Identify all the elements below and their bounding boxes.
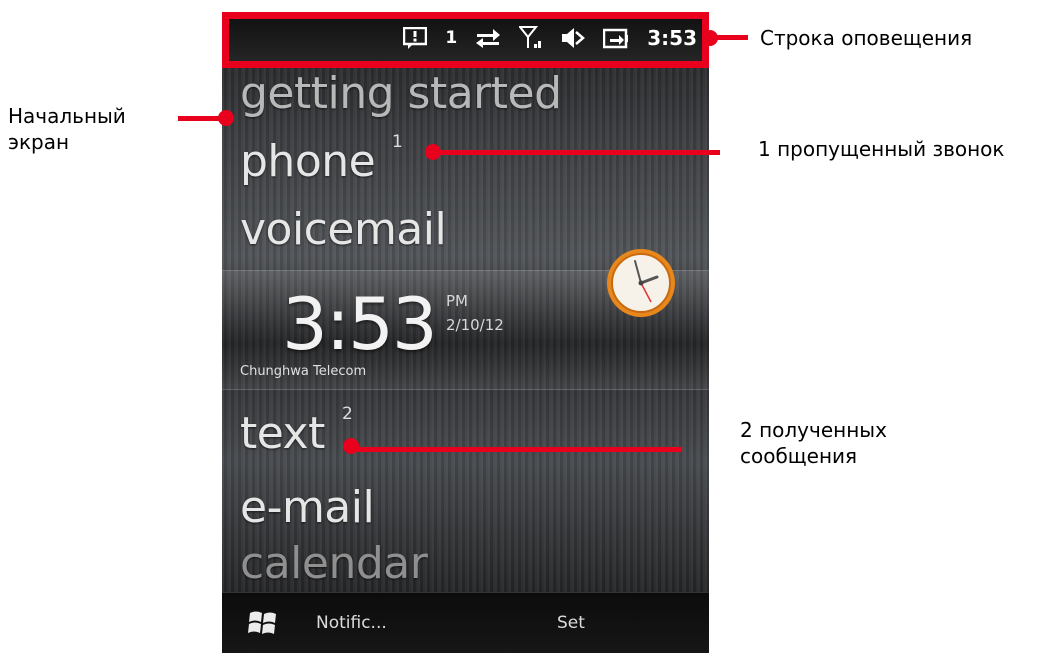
- notification-bar-highlight: [222, 12, 709, 68]
- callout-line: [352, 447, 682, 452]
- start-screen-label-line2: экран: [8, 130, 70, 154]
- messages-badge: 2: [342, 404, 353, 424]
- notifications-softkey[interactable]: Notific...: [316, 613, 387, 633]
- windows-start-icon[interactable]: [248, 609, 278, 637]
- getting-started-item[interactable]: getting started: [240, 72, 562, 116]
- voicemail-item[interactable]: voicemail: [240, 208, 447, 252]
- carrier-name: Chunghwa Telecom: [240, 364, 367, 379]
- missed-call-label: 1 пропущенный звонок: [758, 137, 1005, 161]
- analog-clock-icon: [607, 249, 675, 317]
- calendar-item[interactable]: calendar: [240, 542, 428, 586]
- callout-line: [716, 35, 748, 40]
- clock-date: 2/10/12: [446, 316, 504, 334]
- phone-item[interactable]: phone: [240, 140, 376, 184]
- text-item[interactable]: text: [240, 412, 325, 456]
- softkey-bar: Notific... Set: [222, 592, 709, 653]
- callout-line: [435, 150, 720, 155]
- phone-screen: 1 3:53 getting started phone 1 voicemail…: [222, 12, 709, 653]
- callout-dot: [218, 110, 234, 126]
- set-softkey[interactable]: Set: [557, 613, 585, 633]
- notification-bar-label: Строка оповещения: [760, 26, 973, 50]
- clock-time: 3:53: [282, 282, 438, 366]
- email-item[interactable]: e-mail: [240, 486, 375, 530]
- messages-label-line1: 2 полученных: [740, 418, 887, 442]
- messages-label-line2: сообщения: [740, 444, 858, 468]
- clock-ampm: PM: [446, 292, 468, 310]
- start-screen-label-line1: Начальный: [8, 104, 126, 128]
- missed-call-badge: 1: [392, 132, 403, 152]
